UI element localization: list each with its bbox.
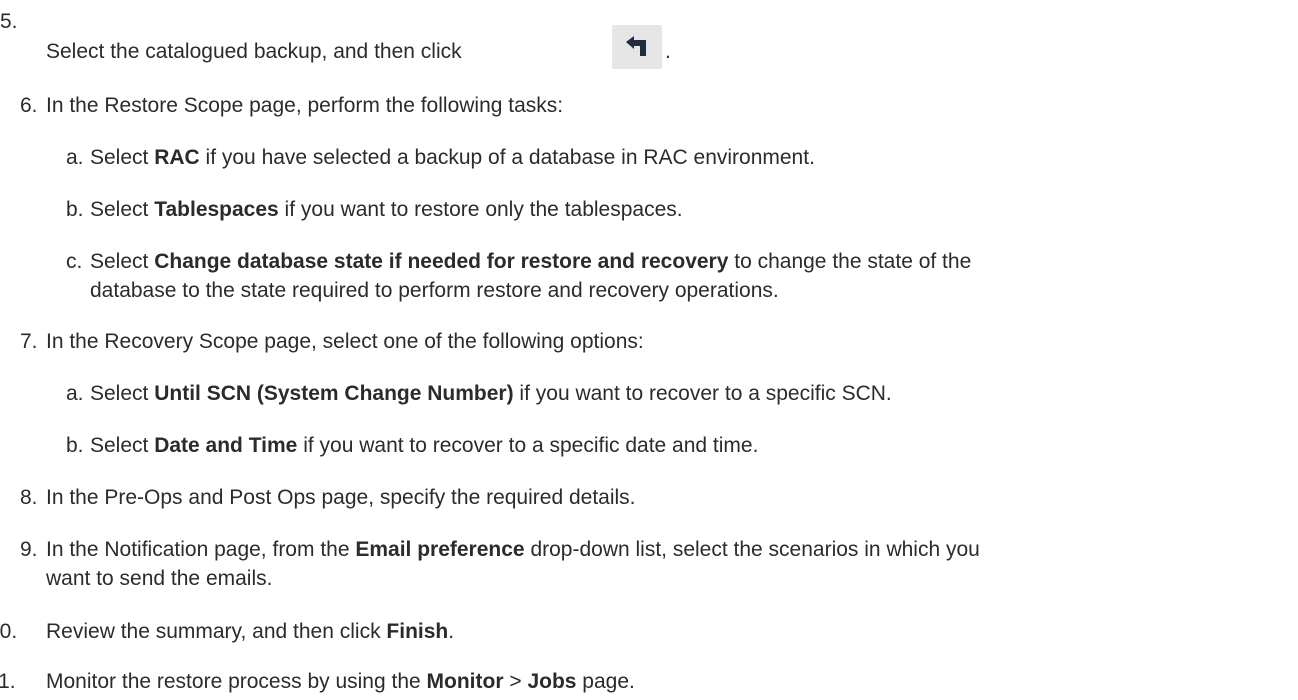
step-text: Monitor the restore process by using the…: [46, 670, 635, 694]
step-6: 6. In the Restore Scope page, perform th…: [0, 94, 1298, 124]
text-post: .: [448, 620, 455, 643]
text-pre: Select: [90, 198, 155, 221]
step-text-before: Select the catalogued backup, and then c…: [46, 40, 462, 63]
text-pre: Review the summary, and then click: [46, 620, 387, 643]
text-bold: Email preference: [355, 538, 525, 561]
step-text: In the Notification page, from the Email…: [46, 538, 980, 562]
step-text-line2: want to send the emails.: [46, 567, 273, 590]
step-text-after: .: [665, 40, 671, 63]
text-bold: Date and Time: [154, 434, 298, 457]
step-8: 8. In the Pre-Ops and Post Ops page, spe…: [0, 486, 1298, 516]
substep-text: Select Change database state if needed f…: [90, 250, 971, 274]
substep-letter: c.: [66, 250, 83, 273]
text-post: to change the state of the: [728, 250, 972, 273]
text-pre: Monitor the restore process by using the: [46, 670, 427, 693]
text-pre: Select: [90, 382, 155, 405]
step-9: 9. In the Notification page, from the Em…: [0, 538, 1298, 598]
text-bold: Finish: [386, 620, 449, 643]
text-pre: In the Notification page, from the: [46, 538, 356, 561]
step-5: 5. Select the catalogued backup, and the…: [0, 0, 1298, 70]
substep-text: Select RAC if you have selected a backup…: [90, 146, 815, 170]
text-mid: >: [503, 670, 528, 693]
text-post: page.: [576, 670, 635, 693]
step-number: 11.: [0, 670, 16, 693]
substep-text: Select Tablespaces if you want to restor…: [90, 198, 683, 222]
step-text: In the Pre-Ops and Post Ops page, specif…: [46, 486, 636, 509]
text-pre: Select: [90, 146, 155, 169]
text-post: if you want to recover to a specific dat…: [297, 434, 759, 457]
text-pre: Select: [90, 250, 155, 273]
substep-letter: b.: [66, 434, 84, 457]
step-number: 8.: [20, 486, 38, 509]
text-bold: Tablespaces: [154, 198, 279, 221]
text-post: if you want to recover to a specific SCN…: [513, 382, 892, 405]
monitor-link[interactable]: Monitor: [427, 670, 504, 693]
step-number: 9.: [20, 538, 38, 561]
step-text: Select the catalogued backup, and then c…: [46, 40, 462, 64]
text-pre: Select: [90, 434, 155, 457]
text-bold: Until SCN (System Change Number): [154, 382, 514, 405]
substep-text: Select Until SCN (System Change Number) …: [90, 382, 892, 406]
step-number: 7.: [20, 330, 38, 353]
text-bold: Change database state if needed for rest…: [154, 250, 729, 273]
step-number: 5.: [0, 10, 18, 33]
text-post: drop-down list, select the scenarios in …: [524, 538, 980, 561]
substep-letter: a.: [66, 146, 84, 169]
text-post: if you have selected a backup of a datab…: [199, 146, 815, 169]
return-arrow-icon: [612, 25, 662, 69]
step-text: Review the summary, and then click Finis…: [46, 620, 454, 644]
text-bold: RAC: [154, 146, 200, 169]
substep-letter: b.: [66, 198, 84, 221]
substep-text-line2: database to the state required to perfor…: [90, 279, 779, 302]
step-7: 7. In the Recovery Scope page, select on…: [0, 330, 1298, 360]
substep-letter: a.: [66, 382, 84, 405]
text-post: if you want to restore only the tablespa…: [278, 198, 683, 221]
step-11: 11. Monitor the restore process by using…: [0, 670, 1298, 700]
jobs-link[interactable]: Jobs: [527, 670, 576, 693]
step-number: 6.: [20, 94, 38, 117]
step-10: 10. Review the summary, and then click F…: [0, 620, 1298, 650]
step-number: 10.: [0, 620, 18, 643]
substep-text: Select Date and Time if you want to reco…: [90, 434, 758, 458]
step-text: In the Recovery Scope page, select one o…: [46, 330, 644, 353]
step-text: In the Restore Scope page, perform the f…: [46, 94, 564, 117]
